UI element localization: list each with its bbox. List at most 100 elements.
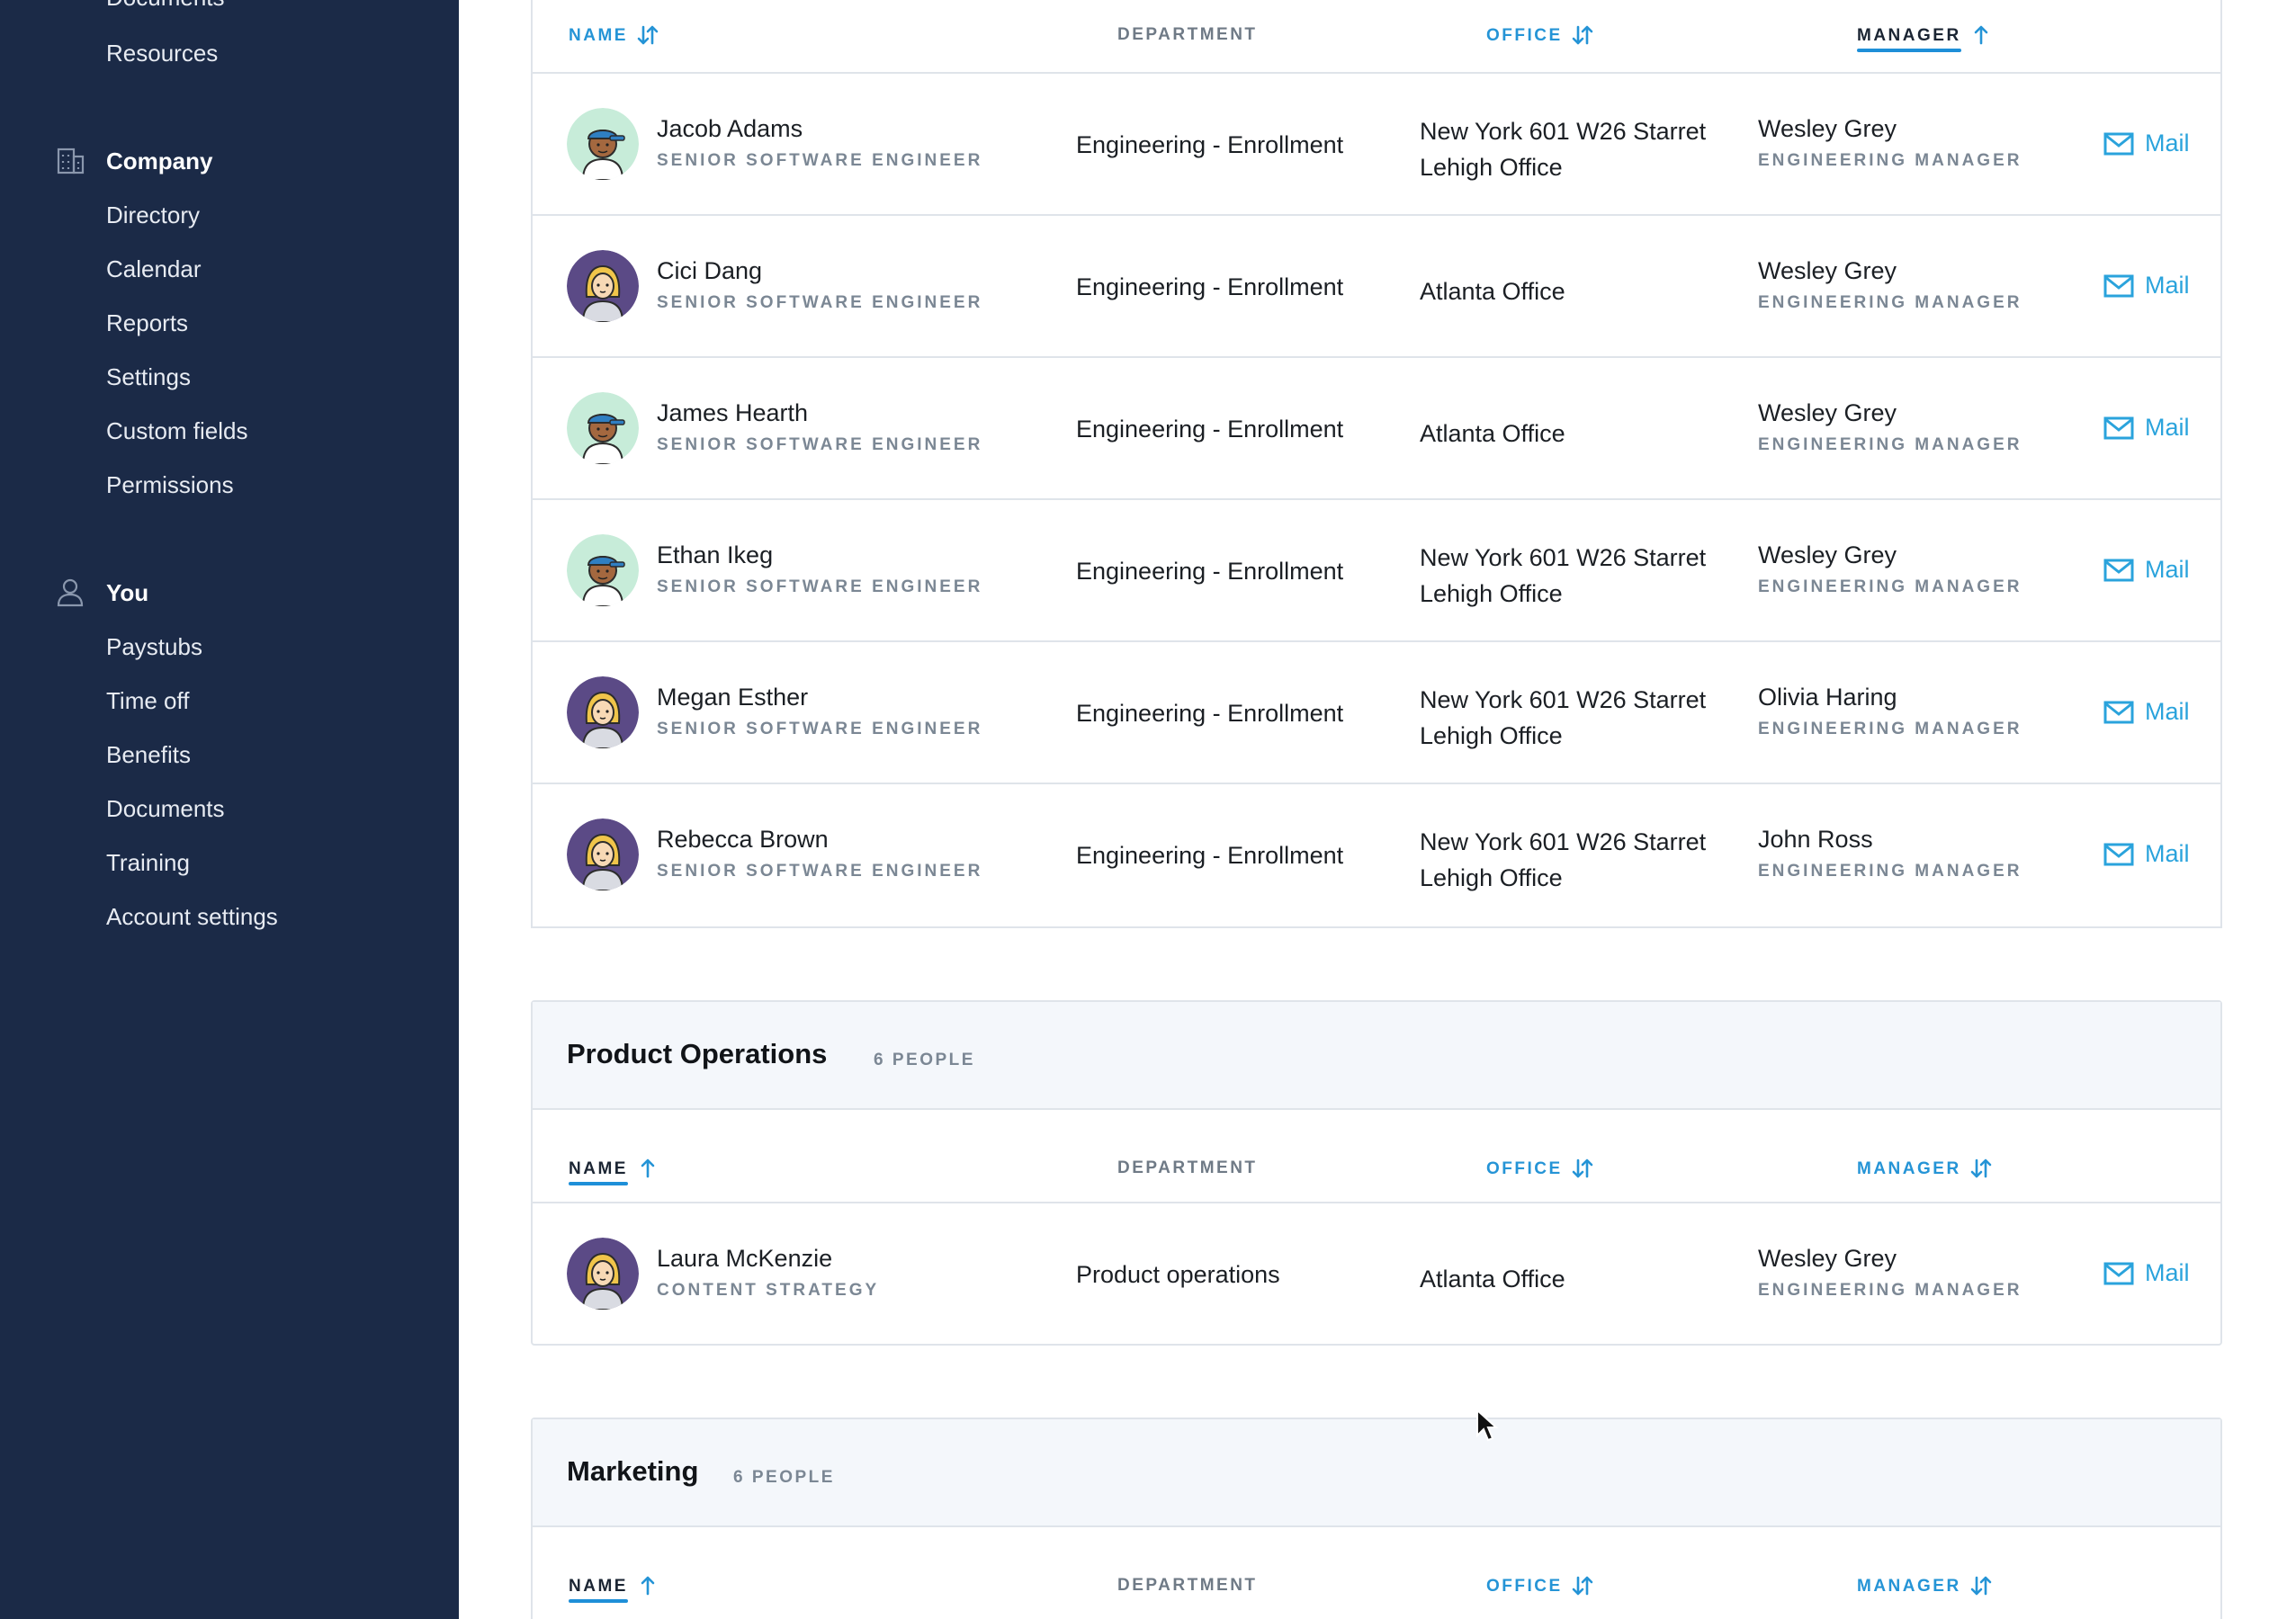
sort-ascending-icon (635, 1574, 660, 1597)
office-line-1: Atlanta Office (1420, 278, 1565, 305)
sidebar-item-training[interactable]: Training (106, 851, 190, 874)
office-line-1: New York 601 W26 Starret (1420, 828, 1707, 855)
office-line-2: Lehigh Office (1420, 154, 1563, 181)
column-header-department-label: DEPARTMENT (1117, 1576, 1258, 1595)
manager-name[interactable]: Wesley Grey (1758, 1245, 1897, 1273)
column-header-department-label: DEPARTMENT (1117, 25, 1258, 44)
table-row[interactable]: Cici Dang SENIOR SOFTWARE ENGINEER Engin… (533, 214, 2220, 356)
table-row[interactable]: Rebecca Brown SENIOR SOFTWARE ENGINEER E… (533, 783, 2220, 925)
sidebar-item-directory[interactable]: Directory (106, 203, 200, 227)
mail-label: Mail (2145, 130, 2190, 157)
manager-title: ENGINEERING MANAGER (1758, 435, 2022, 454)
office-line-2: Lehigh Office (1420, 580, 1563, 607)
table-row[interactable]: James Hearth SENIOR SOFTWARE ENGINEER En… (533, 356, 2220, 498)
sidebar-item-documents-top[interactable]: Documents (106, 0, 225, 9)
sidebar-item-permissions[interactable]: Permissions (106, 473, 234, 496)
person-name[interactable]: Jacob Adams (657, 115, 803, 143)
sort-both-icon (1570, 1574, 1595, 1597)
column-header-name-label: NAME (569, 1576, 628, 1603)
person-name[interactable]: James Hearth (657, 399, 808, 427)
table-row[interactable]: Jacob Adams SENIOR SOFTWARE ENGINEER Eng… (533, 72, 2220, 214)
column-header-manager[interactable]: MANAGER (1857, 1157, 1994, 1180)
person-title: SENIOR SOFTWARE ENGINEER (657, 151, 983, 170)
mail-link[interactable]: Mail (2103, 840, 2190, 868)
mail-link[interactable]: Mail (2103, 1259, 2190, 1287)
office-cell: Atlanta Office (1420, 273, 1744, 309)
column-header-manager[interactable]: MANAGER (1857, 23, 1994, 52)
group-count: 6 PEOPLE (733, 1468, 835, 1487)
column-header-name[interactable]: NAME (569, 1157, 660, 1185)
mail-icon (2103, 843, 2134, 866)
sidebar-item-resources[interactable]: Resources (106, 41, 218, 65)
sidebar-item-settings[interactable]: Settings (106, 365, 191, 389)
office-cell: New York 601 W26 Starret Lehigh Office (1420, 682, 1744, 754)
mail-link[interactable]: Mail (2103, 698, 2190, 726)
person-title: SENIOR SOFTWARE ENGINEER (657, 293, 983, 312)
manager-title: ENGINEERING MANAGER (1758, 862, 2022, 881)
manager-name[interactable]: Wesley Grey (1758, 115, 1897, 143)
manager-title: ENGINEERING MANAGER (1758, 293, 2022, 312)
person-name[interactable]: Cici Dang (657, 257, 762, 285)
user-icon (54, 576, 86, 608)
manager-name[interactable]: Wesley Grey (1758, 541, 1897, 569)
engineering-group-table: NAME DEPARTMENT OFFICE MANAGER Jacob Ada… (531, 0, 2222, 928)
sort-ascending-icon (1969, 23, 1994, 47)
table-row[interactable]: Laura McKenzie CONTENT STRATEGY Product … (533, 1202, 2220, 1344)
sidebar-item-custom-fields[interactable]: Custom fields (106, 419, 248, 443)
column-header-name[interactable]: NAME (569, 23, 660, 47)
manager-name[interactable]: Olivia Haring (1758, 684, 1897, 711)
column-header-manager-label: MANAGER (1857, 1576, 1961, 1596)
person-name[interactable]: Rebecca Brown (657, 826, 829, 854)
office-line-2: Lehigh Office (1420, 864, 1563, 891)
person-title: SENIOR SOFTWARE ENGINEER (657, 720, 983, 738)
sidebar-item-time-off[interactable]: Time off (106, 689, 189, 712)
manager-name[interactable]: Wesley Grey (1758, 399, 1897, 427)
column-header-manager-label: MANAGER (1857, 1158, 1961, 1178)
mouse-cursor-icon (1475, 1408, 1499, 1443)
department-cell: Engineering - Enrollment (1076, 131, 1344, 158)
table-row[interactable]: Ethan Ikeg SENIOR SOFTWARE ENGINEER Engi… (533, 498, 2220, 640)
table-row[interactable]: Megan Esther SENIOR SOFTWARE ENGINEER En… (533, 640, 2220, 783)
sort-both-icon (1570, 23, 1595, 47)
sidebar-item-calendar[interactable]: Calendar (106, 257, 202, 281)
column-header-name[interactable]: NAME (569, 1574, 660, 1603)
department-cell: Engineering - Enrollment (1076, 700, 1344, 727)
sidebar-item-benefits[interactable]: Benefits (106, 743, 191, 766)
marketing-group: Marketing 6 PEOPLE NAME DEPARTMENT OFFIC… (531, 1418, 2222, 1619)
mail-link[interactable]: Mail (2103, 272, 2190, 300)
person-name[interactable]: Ethan Ikeg (657, 541, 773, 569)
mail-link[interactable]: Mail (2103, 556, 2190, 584)
mail-link[interactable]: Mail (2103, 130, 2190, 157)
manager-title: ENGINEERING MANAGER (1758, 1281, 2022, 1300)
column-header-department: DEPARTMENT (1117, 26, 1258, 43)
building-icon (54, 144, 86, 176)
sidebar-item-documents[interactable]: Documents (106, 797, 225, 820)
mail-label: Mail (2145, 840, 2190, 867)
manager-name[interactable]: John Ross (1758, 826, 1873, 854)
mail-link[interactable]: Mail (2103, 414, 2190, 442)
person-title: CONTENT STRATEGY (657, 1281, 880, 1300)
mail-label: Mail (2145, 698, 2190, 725)
manager-title: ENGINEERING MANAGER (1758, 577, 2022, 596)
department-cell: Product operations (1076, 1261, 1280, 1288)
person-name[interactable]: Megan Esther (657, 684, 808, 711)
mail-label: Mail (2145, 414, 2190, 441)
sidebar-section-you[interactable]: You (106, 581, 148, 604)
sidebar-item-account-settings[interactable]: Account settings (106, 905, 278, 928)
column-header-department: DEPARTMENT (1117, 1159, 1258, 1176)
sidebar: Documents Resources Company Directory Ca… (0, 0, 459, 1619)
column-header-office[interactable]: OFFICE (1486, 1157, 1595, 1180)
column-header-office[interactable]: OFFICE (1486, 1574, 1595, 1597)
column-header-office-label: OFFICE (1486, 1576, 1563, 1596)
person-name[interactable]: Laura McKenzie (657, 1245, 832, 1273)
column-header-office-label: OFFICE (1486, 25, 1563, 45)
column-header-office[interactable]: OFFICE (1486, 23, 1595, 47)
person-title: SENIOR SOFTWARE ENGINEER (657, 577, 983, 596)
department-cell: Engineering - Enrollment (1076, 416, 1344, 443)
sidebar-item-reports[interactable]: Reports (106, 311, 188, 335)
column-header-manager[interactable]: MANAGER (1857, 1574, 1994, 1597)
sidebar-item-paystubs[interactable]: Paystubs (106, 635, 202, 658)
manager-name[interactable]: Wesley Grey (1758, 257, 1897, 285)
sidebar-section-company[interactable]: Company (106, 149, 212, 173)
mail-label: Mail (2145, 272, 2190, 299)
